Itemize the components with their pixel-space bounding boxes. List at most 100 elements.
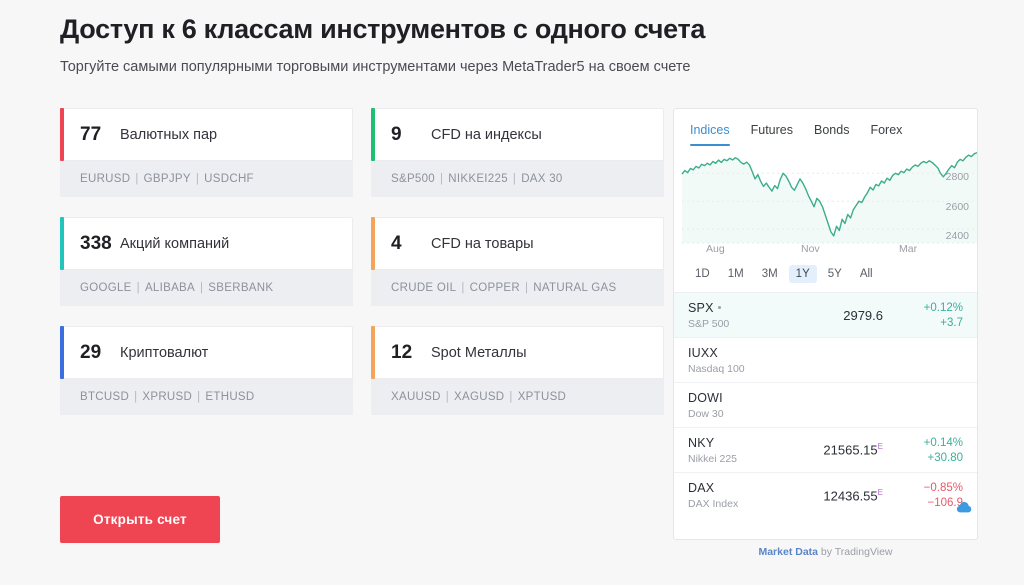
quote-change: −0.85% −106.9 [897, 482, 963, 509]
quote-name: Nikkei 225 [688, 452, 738, 465]
card-symbol: DAX 30 [521, 173, 563, 185]
quote-name: DAX Index [688, 498, 739, 510]
card-symbol: XAUUSD [391, 391, 441, 403]
quote-identity: DAX DAX Index [688, 481, 800, 510]
range-button-1m[interactable]: 1M [721, 265, 751, 283]
instrument-card[interactable]: 338 Акций компаний GOOGLE | ALIBABA | SBERBANK [60, 217, 353, 306]
card-symbol: XPTUSD [517, 391, 567, 403]
tab-futures[interactable]: Futures [751, 123, 793, 146]
tab-indices[interactable]: Indices [690, 123, 730, 146]
quote-identity: IUXX Nasdaq 100 [688, 346, 800, 375]
tab-bonds[interactable]: Bonds [814, 123, 849, 146]
widget-tab-bar: Indices Futures Bonds Forex [674, 109, 977, 146]
instrument-cards-grid: 77 Валютных пар EURUSD | GBPJPY | USDCHF 9 CFD н… [60, 108, 664, 415]
card-symbol: CRUDE OIL [391, 282, 457, 294]
tab-forex[interactable]: Forex [870, 123, 902, 146]
widget-footer: Market Data by TradingView [673, 546, 978, 558]
quote-change: +0.12% +3.7 [897, 302, 963, 329]
range-button-1y[interactable]: 1Y [788, 265, 817, 283]
quote-name: Dow 30 [688, 407, 724, 420]
card-header: 338 Акций компаний [60, 217, 353, 270]
quote-price-value: 2979.6 [843, 307, 883, 323]
page-header: Доступ к 6 классам инструментов с одного… [60, 12, 960, 77]
quote-name: S&P 500 [688, 317, 730, 330]
card-symbol: NIKKEI225 [448, 173, 508, 185]
card-symbol: SBERBANK [208, 282, 274, 294]
card-header: 29 Криптовалют [60, 326, 353, 379]
card-symbol: GBPJPY [143, 173, 191, 185]
quote-change [897, 404, 963, 407]
quote-symbol: DAX [688, 481, 715, 495]
card-accent-bar [60, 326, 64, 379]
card-symbol-list: BTCUSD | XPRUSD | ETHUSD [60, 379, 353, 415]
market-data-link[interactable]: Market Data [758, 546, 818, 558]
quote-price-flag: E [877, 442, 883, 452]
chart-ytick-label: 2800 [945, 171, 969, 183]
quote-price-flag: E [877, 487, 883, 497]
card-symbol: NATURAL GAS [533, 282, 617, 294]
card-header: 77 Валютных пар [60, 108, 353, 161]
open-account-button[interactable]: Открыть счет [60, 496, 220, 543]
cloud-icon[interactable] [956, 502, 972, 513]
chart-ytick-label: 2600 [945, 201, 969, 213]
symbol-separator: | [195, 173, 200, 185]
card-symbol: USDCHF [204, 173, 254, 185]
symbol-separator: | [134, 391, 138, 403]
quote-price-value: 12436.55 [823, 488, 878, 504]
card-accent-bar [371, 108, 375, 161]
chart-xtick-label: Mar [899, 243, 918, 255]
range-button-all[interactable]: All [853, 265, 880, 283]
quote-row[interactable]: DOWI Dow 30 [674, 383, 977, 428]
instrument-card[interactable]: 77 Валютных пар EURUSD | GBPJPY | USDCHF [60, 108, 353, 197]
card-symbol: GOOGLE [80, 282, 132, 294]
card-label: Криптовалют [120, 344, 209, 361]
quote-change-absolute: +3.7 [940, 316, 963, 329]
range-button-3m[interactable]: 3M [755, 265, 785, 283]
instrument-card[interactable]: 12 Spot Металлы XAUUSD | XAGUSD | XPTUSD [371, 326, 664, 415]
instrument-card[interactable]: 9 CFD на индексы S&P500 | NIKKEI225 | DAX 30 [371, 108, 664, 197]
card-label: Валютных пар [120, 126, 218, 143]
quote-price: 12436.55E [800, 488, 897, 503]
quote-row[interactable]: NKY Nikkei 225 21565.15E +0.14% +30.80 [674, 428, 977, 473]
card-count: 9 [391, 123, 402, 145]
quote-change: +0.14% +30.80 [897, 437, 963, 464]
quote-identity: SPX S&P 500 [688, 301, 800, 330]
card-count: 12 [391, 341, 413, 363]
index-chart[interactable]: 2800 2600 2400 Aug Nov Mar [674, 147, 977, 257]
card-symbol: ALIBABA [144, 282, 195, 294]
quote-price: 2979.6 [800, 308, 897, 323]
instrument-card[interactable]: 29 Криптовалют BTCUSD | XPRUSD | ETHUSD [60, 326, 353, 415]
quote-symbol: NKY [688, 435, 715, 450]
quote-symbol-row: NKY [688, 436, 800, 450]
symbol-separator: | [440, 173, 444, 185]
quote-row[interactable]: IUXX Nasdaq 100 [674, 338, 977, 383]
card-symbol: XPRUSD [142, 391, 193, 403]
card-symbol: S&P500 [391, 173, 435, 185]
tradingview-attribution: by TradingView [818, 546, 893, 558]
card-symbol-list: XAUUSD | XAGUSD | XPTUSD [371, 379, 664, 415]
quote-symbol-row: IUXX [688, 346, 800, 360]
card-header: 12 Spot Металлы [371, 326, 664, 379]
quote-symbol-row: DOWI [688, 391, 800, 405]
symbol-separator: | [197, 391, 201, 403]
card-accent-bar [371, 326, 375, 379]
quote-identity: DOWI Dow 30 [688, 391, 800, 420]
quote-row[interactable]: DAX DAX Index 12436.55E −0.85% −106.9 [674, 473, 977, 518]
card-symbol: EURUSD [80, 173, 131, 185]
instrument-card[interactable]: 4 CFD на товары CRUDE OIL | COPPER | NATURAL G… [371, 217, 664, 306]
card-label: Spot Металлы [431, 344, 527, 361]
quote-row[interactable]: SPX S&P 500 2979.6 +0.12% +3.7 [674, 293, 977, 338]
card-label: Акций компаний [120, 235, 230, 252]
chart-range-selector: 1D 1M 3M 1Y 5Y All [674, 257, 977, 292]
symbol-separator: | [135, 173, 139, 185]
card-count: 77 [80, 123, 102, 145]
range-button-5y[interactable]: 5Y [821, 265, 849, 283]
card-symbol: COPPER [469, 282, 520, 294]
card-label: CFD на индексы [431, 126, 542, 143]
card-label: CFD на товары [431, 235, 534, 252]
quote-change-percent: +0.14% [923, 436, 963, 449]
card-accent-bar [60, 217, 64, 270]
range-button-1d[interactable]: 1D [688, 265, 717, 283]
card-symbol-list: S&P500 | NIKKEI225 | DAX 30 [371, 161, 664, 197]
symbol-separator: | [525, 282, 529, 294]
